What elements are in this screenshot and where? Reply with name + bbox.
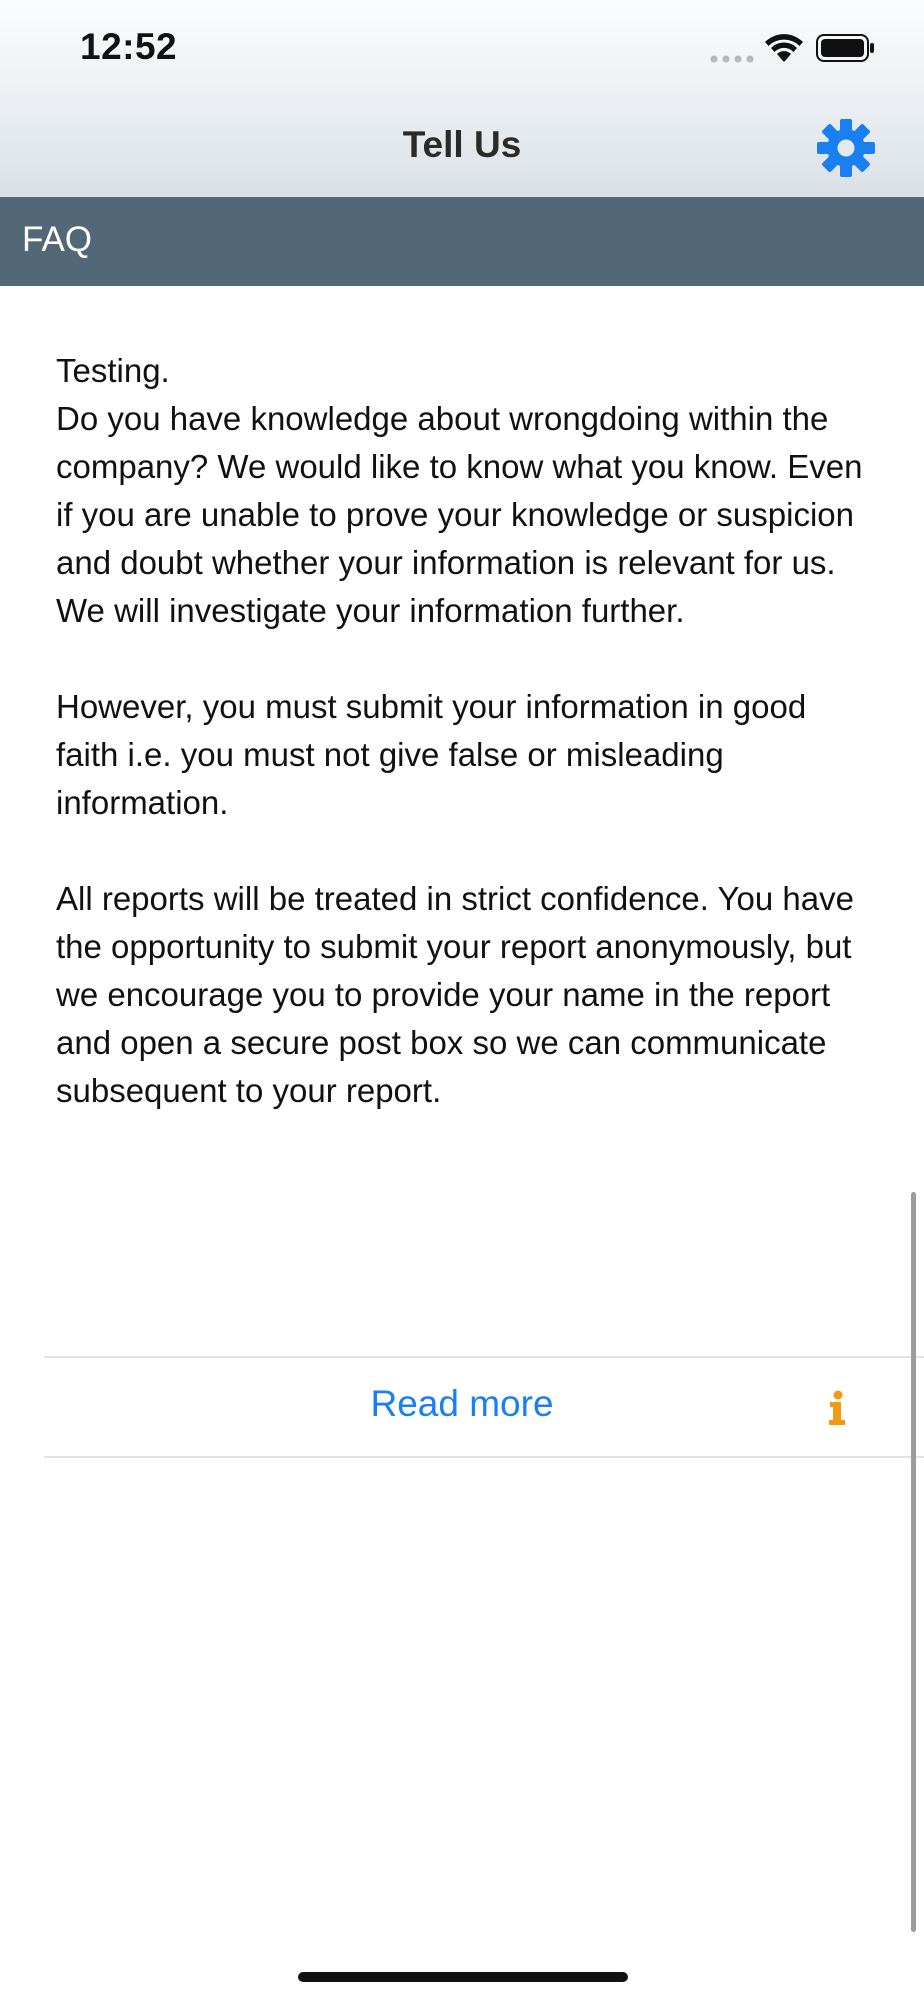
wifi-icon — [765, 34, 803, 62]
vertical-scrollbar[interactable] — [911, 1192, 916, 1932]
navigation-bar: Tell Us — [0, 100, 924, 197]
faq-paragraph: Testing. Do you have knowledge about wro… — [56, 352, 863, 629]
faq-content: Testing. Do you have knowledge about wro… — [56, 347, 876, 1115]
battery-icon — [816, 34, 874, 62]
faq-paragraph: However, you must submit your informatio… — [56, 688, 807, 821]
info-icon[interactable] — [827, 1390, 847, 1426]
status-time: 12:52 — [80, 26, 178, 67]
cellular-signal-icon — [710, 55, 754, 63]
read-more-link[interactable]: Read more — [44, 1383, 880, 1425]
faq-paragraph: All reports will be treated in strict co… — [56, 880, 854, 1109]
read-more-row[interactable]: Read more — [44, 1358, 924, 1456]
app-screen: 12:52 Tell Us FAQ Testing. Do you have k… — [0, 0, 924, 2000]
divider — [44, 1456, 924, 1458]
top-bar: 12:52 Tell Us — [0, 0, 924, 197]
settings-gear-icon[interactable] — [816, 118, 876, 178]
page-title: Tell Us — [402, 124, 522, 165]
section-title: FAQ — [22, 220, 93, 259]
faq-section-header: FAQ — [0, 197, 924, 286]
home-indicator[interactable] — [298, 1972, 628, 1982]
status-bar: 12:52 — [0, 0, 924, 100]
